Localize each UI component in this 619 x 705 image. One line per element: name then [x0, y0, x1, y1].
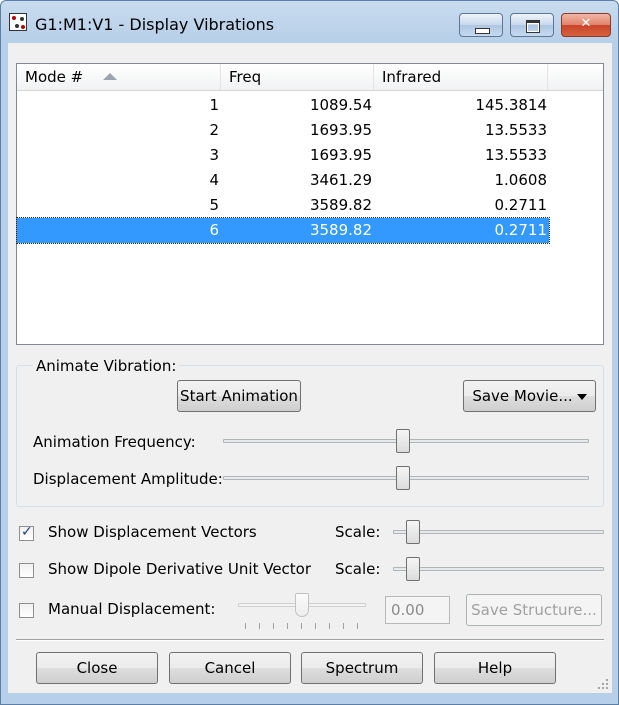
spectrum-button[interactable]: Spectrum: [301, 652, 423, 684]
column-header-freq-label: Freq: [229, 68, 262, 86]
slider-tick: [301, 623, 302, 629]
dialog-body: Mode # Freq Infrared 1 1089.54 145.3814 …: [8, 43, 612, 693]
animate-vibration-label: Animate Vibration:: [33, 357, 180, 375]
vectors-scale-thumb[interactable]: [406, 520, 420, 544]
resize-grip-icon[interactable]: [598, 679, 608, 689]
vibration-modes-table[interactable]: Mode # Freq Infrared 1 1089.54 145.3814 …: [16, 63, 604, 345]
maximize-button[interactable]: [510, 13, 554, 37]
show-dipole-vector-checkbox[interactable]: [19, 563, 34, 578]
dipole-scale-thumb[interactable]: [406, 557, 420, 581]
show-displacement-vectors-label[interactable]: Show Displacement Vectors: [48, 523, 257, 541]
dipole-scale-label: Scale:: [335, 560, 381, 578]
table-row[interactable]: 3 1693.95 13.5533: [17, 143, 549, 168]
cell-mode: 1: [209, 96, 219, 114]
table-row[interactable]: 5 3589.82 0.2711: [17, 193, 549, 218]
dipole-scale-track[interactable]: [393, 567, 604, 571]
cell-mode: 6: [209, 221, 219, 239]
display-vibrations-window: G1:M1:V1 - Display Vibrations ✕ Mode # F…: [0, 0, 619, 705]
title-bar[interactable]: G1:M1:V1 - Display Vibrations ✕: [1, 1, 618, 43]
minimize-button[interactable]: [459, 13, 503, 37]
help-button[interactable]: Help: [434, 652, 556, 684]
slider-tick: [259, 623, 260, 629]
manual-displacement-value[interactable]: 0.00: [385, 596, 450, 624]
cell-freq: 3589.82: [309, 221, 372, 239]
cell-freq: 1089.54: [309, 96, 372, 114]
slider-tick: [357, 623, 358, 629]
cell-freq: 1693.95: [309, 146, 372, 164]
minimize-icon: [475, 28, 490, 34]
footer-divider: [16, 639, 604, 641]
cell-mode: 4: [209, 171, 219, 189]
cell-infrared: 0.2711: [494, 196, 548, 214]
cell-infrared: 145.3814: [475, 96, 547, 114]
manual-displacement-checkbox[interactable]: [19, 603, 34, 618]
close-window-button[interactable]: ✕: [561, 13, 611, 37]
show-displacement-vectors-checkbox[interactable]: ✓: [19, 524, 34, 541]
vectors-scale-track[interactable]: [393, 530, 604, 534]
cell-freq: 3461.29: [309, 171, 372, 189]
column-header-mode[interactable]: Mode #: [17, 64, 221, 90]
animation-frequency-label: Animation Frequency:: [33, 433, 196, 451]
slider-tick: [287, 623, 288, 629]
cell-infrared: 13.5533: [484, 121, 547, 139]
animate-vibration-group: Animate Vibration: Start Animation Save …: [16, 357, 604, 507]
slider-tick: [273, 623, 274, 629]
table-row[interactable]: 4 3461.29 1.0608: [17, 168, 549, 193]
cell-infrared: 13.5533: [484, 146, 547, 164]
slider-tick: [315, 623, 316, 629]
table-row[interactable]: 2 1693.95 13.5533: [17, 118, 549, 143]
cell-infrared: 0.2711: [494, 221, 548, 239]
cell-freq: 3589.82: [309, 196, 372, 214]
start-animation-button[interactable]: Start Animation: [177, 380, 301, 412]
cell-mode: 3: [209, 146, 219, 164]
close-x-icon: ✕: [580, 16, 592, 31]
cell-mode: 5: [209, 196, 219, 214]
window-title: G1:M1:V1 - Display Vibrations: [35, 15, 275, 34]
column-header-infrared[interactable]: Infrared: [374, 64, 548, 90]
column-header-freq[interactable]: Freq: [221, 64, 374, 90]
manual-displacement-thumb[interactable]: [295, 593, 309, 617]
show-dipole-vector-label[interactable]: Show Dipole Derivative Unit Vector: [48, 560, 311, 578]
save-structure-button[interactable]: Save Structure...: [466, 594, 602, 626]
slider-tick: [343, 623, 344, 629]
column-header-infrared-label: Infrared: [382, 68, 442, 86]
maximize-icon: [526, 20, 540, 33]
table-row-selected[interactable]: 6 3589.82 0.2711: [16, 217, 550, 244]
animation-frequency-thumb[interactable]: [396, 429, 410, 453]
table-header: Mode # Freq Infrared: [17, 64, 603, 91]
cell-mode: 2: [209, 121, 219, 139]
manual-displacement-label[interactable]: Manual Displacement:: [48, 600, 215, 618]
checkmark-icon: ✓: [21, 524, 33, 540]
slider-tick: [329, 623, 330, 629]
save-movie-label: Save Movie...: [472, 387, 573, 405]
vectors-scale-label: Scale:: [335, 523, 381, 541]
table-row[interactable]: 1 1089.54 145.3814: [17, 93, 549, 118]
chevron-down-icon: [576, 393, 587, 400]
cell-freq: 1693.95: [309, 121, 372, 139]
displacement-amplitude-label: Displacement Amplitude:: [33, 470, 223, 488]
sort-ascending-icon: [103, 73, 117, 80]
save-movie-dropdown[interactable]: Save Movie...: [463, 380, 596, 412]
displacement-amplitude-thumb[interactable]: [396, 466, 410, 490]
cancel-button[interactable]: Cancel: [169, 652, 291, 684]
cell-infrared: 1.0608: [494, 171, 548, 189]
slider-tick: [245, 623, 246, 629]
column-header-filler: [548, 64, 603, 90]
close-button[interactable]: Close: [36, 652, 158, 684]
molecule-app-icon[interactable]: [9, 13, 27, 31]
column-header-mode-label: Mode #: [25, 68, 84, 86]
